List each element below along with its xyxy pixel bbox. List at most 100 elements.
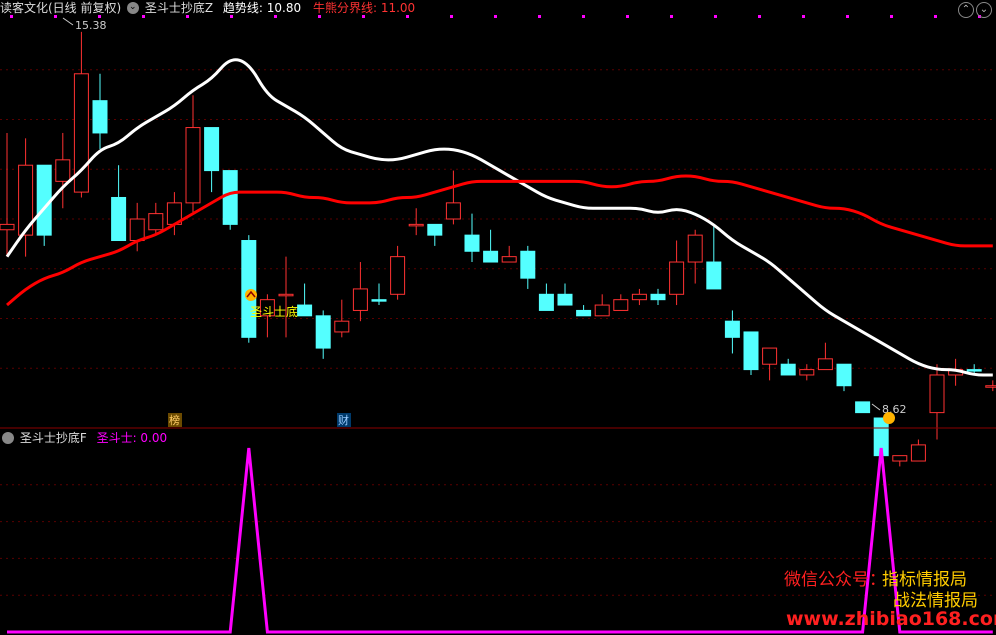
candle-body <box>297 304 313 317</box>
candle <box>92 73 108 150</box>
candle <box>892 455 908 467</box>
candle-body <box>966 369 982 372</box>
candle <box>762 347 778 381</box>
candle-body <box>185 127 201 204</box>
sub-header: 圣斗士抄底F 圣斗士: 0.00 <box>0 430 167 446</box>
candle <box>743 331 759 375</box>
candle-body <box>669 261 685 295</box>
svg-text:榜: 榜 <box>169 413 180 427</box>
candle-body <box>836 363 852 387</box>
candle-body <box>129 218 145 242</box>
sub-value: 0.00 <box>140 431 168 445</box>
chevron-down-circle-icon[interactable]: ⌄ <box>127 2 140 14</box>
signal-up-icon-2 <box>883 412 895 424</box>
candle-body <box>390 256 406 295</box>
candle <box>297 283 313 317</box>
top-marker-tick <box>890 15 893 18</box>
sub-indicator-name: 圣斗士抄底F <box>19 431 87 445</box>
candle <box>594 294 610 317</box>
candle <box>36 164 52 246</box>
candle <box>613 294 629 311</box>
top-marker-tick <box>450 15 453 18</box>
svg-text:财: 财 <box>338 413 349 427</box>
candle-body <box>334 320 350 333</box>
badge-bang[interactable]: 榜 <box>168 413 182 427</box>
candle <box>799 364 815 381</box>
candle-body <box>557 293 573 306</box>
bull-bear-label: 牛熊分界线: <box>312 1 381 15</box>
bull-bear-line <box>6 174 993 307</box>
top-marker-tick <box>538 15 541 18</box>
candle-body <box>892 455 908 462</box>
candle-body <box>445 202 461 220</box>
candle-body <box>278 293 294 297</box>
stock-name: 读客文化(日线 前复权) <box>0 1 122 15</box>
candle-body <box>613 299 629 311</box>
candle <box>427 223 443 246</box>
candle-body <box>594 304 610 317</box>
top-marker-tick <box>714 15 717 18</box>
top-marker-tick <box>846 15 849 18</box>
candle <box>390 245 406 300</box>
candle-body <box>817 358 833 371</box>
candle-body <box>427 223 443 236</box>
candle-body <box>483 250 499 263</box>
candle <box>185 95 201 214</box>
candle-body <box>631 293 647 301</box>
candle <box>538 283 554 311</box>
candle <box>557 283 573 306</box>
candle <box>0 132 15 257</box>
candle-body <box>687 234 703 263</box>
badge-cai[interactable]: 财 <box>337 413 351 427</box>
candle-body <box>55 159 71 182</box>
candle-body <box>780 363 796 376</box>
watermark-url: www.zhibiao168.com <box>786 608 996 630</box>
candle-body <box>706 261 722 290</box>
top-marker-tick <box>934 15 937 18</box>
candle-body <box>985 385 996 388</box>
candle <box>669 240 685 306</box>
candle <box>445 170 461 225</box>
candle-body <box>464 234 480 252</box>
candle-body <box>762 347 778 365</box>
candle-body <box>929 374 945 414</box>
chart-canvas: 15.38 8.62 圣斗士底 榜 财 <box>0 15 996 634</box>
grid-lines <box>0 69 996 596</box>
candle <box>817 342 833 371</box>
candle-body <box>148 213 164 231</box>
candle-body <box>111 196 127 242</box>
candle <box>836 363 852 392</box>
candle-body <box>204 127 220 172</box>
candle-body <box>743 331 759 371</box>
collapse-icon[interactable]: ⌃ <box>958 2 974 18</box>
sub-value-label: 圣斗士: <box>96 431 141 445</box>
candle <box>278 256 294 338</box>
candle <box>501 245 517 263</box>
trend-value: 10.80 <box>266 1 302 15</box>
candle <box>148 202 164 236</box>
candle-body <box>799 369 815 376</box>
scroll-down-icon[interactable]: ⌄ <box>976 2 992 18</box>
candle <box>55 132 71 209</box>
candle-body <box>576 309 592 317</box>
high-label: 15.38 <box>75 19 107 32</box>
signal-line <box>7 447 993 634</box>
sub-chevron-icon[interactable] <box>2 432 14 444</box>
candle <box>315 310 331 359</box>
candle-body <box>222 170 238 225</box>
candle-body <box>92 100 108 134</box>
candle <box>408 208 424 236</box>
candle-body <box>501 256 517 263</box>
high-marker: 15.38 <box>62 17 107 32</box>
candle <box>241 235 257 343</box>
indicator-name: 圣斗士抄底Z <box>144 1 214 15</box>
candle <box>483 229 499 263</box>
candle <box>464 213 480 263</box>
trend-label: 趋势线: <box>222 1 267 15</box>
candle <box>687 229 703 284</box>
candle <box>910 439 926 462</box>
top-marker-tick <box>802 15 805 18</box>
candle <box>985 380 996 392</box>
candle-body <box>371 299 387 302</box>
candle-body <box>0 223 15 231</box>
